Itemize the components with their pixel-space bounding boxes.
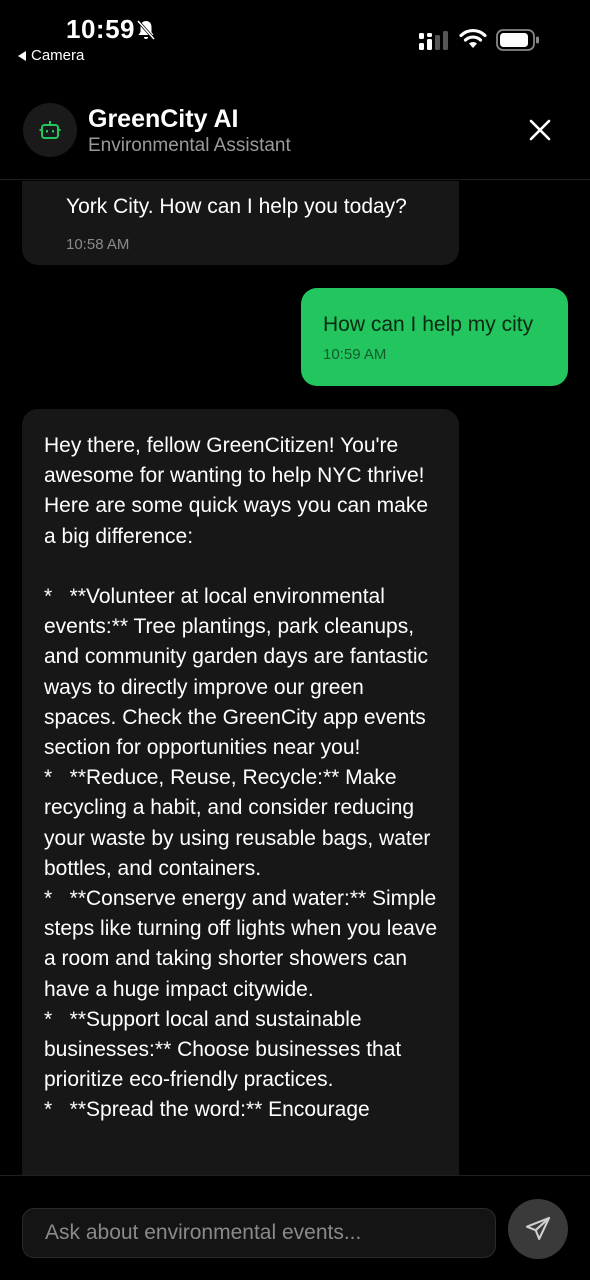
user-message: How can I help my city 10:59 AM [301, 288, 568, 386]
close-button[interactable] [522, 112, 558, 148]
composer [0, 1175, 590, 1280]
status-time: 10:59 [66, 14, 135, 44]
message-text: How can I help my city [323, 313, 534, 336]
message-time: 10:58 AM [66, 236, 130, 253]
battery-icon [496, 29, 539, 51]
bot-message: York City. How can I help you today? 10:… [22, 181, 459, 265]
chat-header: GreenCity AI Environmental Assistant [0, 100, 590, 180]
message-input[interactable] [45, 1221, 473, 1245]
message-text: York City. How can I help you today? [66, 195, 407, 218]
assistant-name: GreenCity AI [88, 105, 239, 133]
signal-icon [419, 31, 448, 50]
back-app-label: Camera [31, 47, 85, 64]
status-bar: 10:59 Camera [0, 0, 590, 72]
send-icon [525, 1216, 551, 1240]
message-input-box[interactable] [22, 1208, 496, 1258]
back-to-app-button[interactable]: Camera [18, 47, 84, 64]
close-icon [529, 119, 551, 141]
message-list[interactable]: York City. How can I help you today? 10:… [0, 181, 590, 1175]
send-button[interactable] [508, 1199, 568, 1259]
assistant-role: Environmental Assistant [88, 135, 291, 156]
wifi-icon [459, 28, 487, 48]
back-arrow-icon [18, 50, 26, 61]
bell-slash-icon [136, 20, 156, 40]
chat-screen: 10:59 Camera GreenCity AI Environmental … [0, 0, 590, 1280]
robot-icon [39, 121, 61, 139]
bot-message: Hey there, fellow GreenCitizen! You're a… [22, 409, 459, 1175]
message-text: Hey there, fellow GreenCitizen! You're a… [44, 434, 438, 1122]
bot-message-clip: York City. How can I help you today? 10:… [22, 181, 459, 265]
message-time: 10:59 AM [323, 346, 387, 364]
assistant-avatar [23, 103, 77, 157]
